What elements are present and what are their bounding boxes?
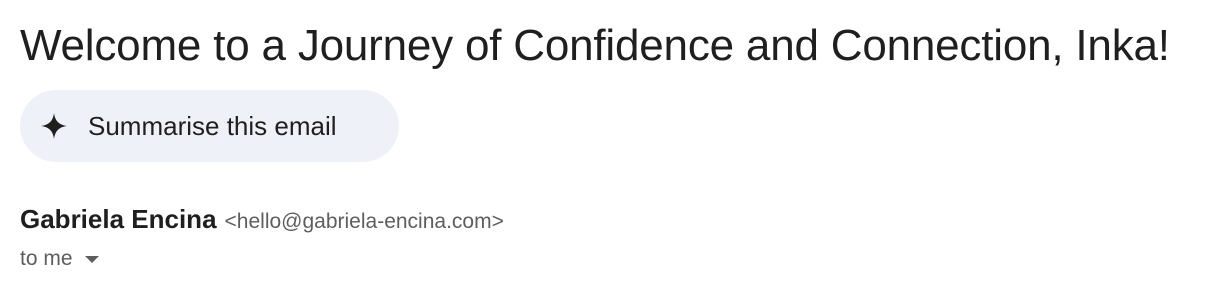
- summarise-email-label: Summarise this email: [88, 110, 337, 141]
- recipient-details-toggle[interactable]: to me: [20, 247, 99, 271]
- email-subject: Welcome to a Journey of Confidence and C…: [20, 21, 1170, 70]
- chevron-down-icon[interactable]: [84, 255, 99, 263]
- sender-email: <hello@gabriela-encina.com>: [224, 210, 504, 233]
- sender-line: Gabriela Encina <hello@gabriela-encina.c…: [20, 204, 504, 235]
- sender-name[interactable]: Gabriela Encina: [20, 204, 217, 235]
- email-view: Welcome to a Journey of Confidence and C…: [0, 0, 1210, 298]
- recipient-label: to me: [20, 247, 73, 270]
- summarise-email-button[interactable]: Summarise this email: [20, 90, 399, 162]
- sparkle-icon: [40, 112, 68, 140]
